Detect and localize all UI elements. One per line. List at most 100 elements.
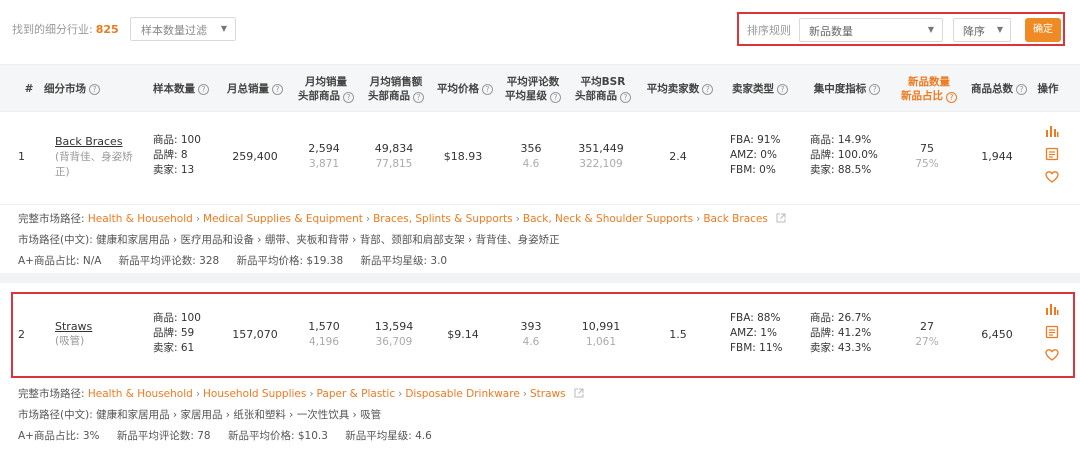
col-concentration[interactable]: 集中度指标? — [808, 65, 886, 113]
help-icon[interactable]: ? — [620, 92, 631, 103]
path-link[interactable]: Back Braces — [703, 213, 768, 225]
sort-order-select[interactable]: 降序 ▼ — [953, 18, 1011, 42]
path-separator: › — [696, 213, 701, 225]
market-path-cn: 市场路径(中文): 健康和家居用品 › 医疗用品和设备 › 绷带、夹板和背带 ›… — [18, 234, 560, 246]
row-highlight-box — [11, 292, 1075, 378]
path-link[interactable]: Back, Neck & Shoulder Supports — [523, 213, 693, 225]
new-avg-rating: 新品平均星级: 4.6 — [345, 430, 432, 442]
col-avg-sales-top[interactable]: 月均销量 头部商品? — [294, 65, 358, 113]
sort-field-value: 新品数量 — [809, 25, 853, 38]
avg-revenue-top: 49,834 77,815 — [374, 142, 414, 170]
result-count-label: 找到的细分行业: — [12, 23, 93, 36]
concentration: 商品: 14.9% 品牌: 100.0% 卖家: 88.5% — [810, 134, 878, 176]
avg-price: $18.93 — [443, 150, 483, 163]
path-separator: › — [309, 388, 314, 400]
col-monthly-sales[interactable]: 月总销量? — [224, 65, 286, 113]
external-link-icon[interactable] — [776, 213, 786, 223]
help-icon[interactable]: ? — [946, 92, 957, 103]
help-icon[interactable]: ? — [198, 83, 209, 95]
market-path-label: 完整市场路径: — [18, 213, 85, 225]
path-link[interactable]: Braces, Splints & Supports — [373, 213, 513, 225]
help-icon[interactable]: ? — [702, 83, 714, 95]
sample-filter-label: 样本数量过滤 — [141, 24, 207, 37]
col-sample[interactable]: 样本数量? — [148, 65, 214, 113]
result-count: 找到的细分行业: 825 — [12, 21, 119, 37]
row-details: 完整市场路径: Health & Household › Medical Suppl… — [0, 204, 1080, 272]
path-separator: › — [522, 388, 527, 400]
row-index: 1 — [18, 150, 25, 163]
help-icon[interactable]: ? — [869, 83, 881, 95]
sort-field-select[interactable]: 新品数量 ▼ — [799, 18, 943, 42]
caret-down-icon: ▼ — [220, 24, 227, 33]
sort-rule-label: 排序规则 — [747, 24, 791, 37]
new-avg-reviews: 新品平均评论数: 328 — [118, 255, 220, 267]
row-details: 完整市场路径: Health & Household › Household Sup… — [0, 380, 1080, 450]
col-market[interactable]: 细分市场? — [44, 65, 106, 113]
aplus-ratio: A+商品占比: N/A — [18, 255, 102, 267]
help-icon[interactable]: ? — [343, 92, 354, 103]
path-link[interactable]: Paper & Plastic — [317, 388, 396, 400]
row-divider — [0, 273, 1080, 283]
market-name-link[interactable]: Back Braces — [55, 135, 123, 148]
caret-down-icon: ▼ — [927, 25, 934, 34]
seller-type: FBA: 91% AMZ: 0% FBM: 0% — [730, 134, 781, 176]
chart-icon[interactable] — [1045, 124, 1059, 138]
toolbar: 找到的细分行业: 825 样本数量过滤 ▼ 排序规则 新品数量 ▼ 降序 ▼ 确定 — [0, 0, 1080, 64]
sort-controls: 排序规则 新品数量 ▼ 降序 ▼ 确定 — [737, 12, 1065, 46]
col-total-products[interactable]: 商品总数? — [968, 65, 1030, 113]
path-link[interactable]: Disposable Drinkware — [405, 388, 519, 400]
col-avg-price[interactable]: 平均价格? — [434, 65, 496, 113]
col-avg-sellers[interactable]: 平均卖家数? — [642, 65, 718, 113]
caret-down-icon: ▼ — [996, 25, 1003, 34]
new-product-stats: A+商品占比: 3% 新品平均评论数: 78 新品平均价格: $10.3 新品平… — [18, 428, 446, 443]
col-seller-type[interactable]: 卖家类型? — [726, 65, 794, 113]
new-count: 75 75% — [915, 142, 939, 170]
avg-bsr: 351,449 322,109 — [578, 142, 624, 170]
help-icon[interactable]: ? — [777, 83, 788, 95]
help-icon[interactable]: ? — [272, 83, 283, 95]
sample-filter-select[interactable]: 样本数量过滤 ▼ — [130, 17, 236, 41]
path-separator: › — [515, 213, 520, 225]
path-separator: › — [365, 213, 371, 225]
path-separator: › — [195, 388, 201, 400]
market-path: 完整市场路径: Health & Household › Household Sup… — [18, 386, 584, 401]
path-separator: › — [195, 213, 201, 225]
market-path-label: 完整市场路径: — [18, 388, 85, 400]
help-icon[interactable]: ? — [1016, 83, 1027, 95]
table-header: # 细分市场? 样本数量? 月总销量? 月均销量 头部商品? 月均销售额 头部商品?… — [0, 64, 1080, 112]
table-row: 1 Back Braces (背背佳、身姿矫 正) 商品: 100 品牌: 8 卖家:… — [0, 112, 1080, 204]
col-avg-revenue-top[interactable]: 月均销售额 头部商品? — [362, 65, 430, 113]
new-avg-reviews: 新品平均评论数: 78 — [116, 430, 211, 442]
path-link[interactable]: Medical Supplies & Equipment — [203, 213, 363, 225]
help-icon[interactable]: ? — [89, 83, 100, 95]
help-icon[interactable]: ? — [413, 92, 424, 103]
col-index: # — [24, 83, 34, 95]
col-avg-reviews[interactable]: 平均评论数 平均星级? — [500, 65, 566, 113]
help-icon[interactable]: ? — [550, 92, 561, 103]
market-path: 完整市场路径: Health & Household › Medical Suppl… — [18, 211, 786, 226]
list-icon[interactable] — [1045, 147, 1059, 161]
col-new-count[interactable]: 新品数量 新品占比? — [896, 65, 962, 113]
monthly-sales: 259,400 — [232, 150, 278, 163]
avg-sales-top: 2,594 3,871 — [308, 142, 340, 170]
external-link-icon[interactable] — [574, 388, 584, 398]
path-link[interactable]: Health & Household — [88, 213, 193, 225]
col-avg-bsr[interactable]: 平均BSR 头部商品? — [570, 65, 636, 113]
col-actions: 操作 — [1037, 83, 1059, 95]
row-actions — [1045, 124, 1061, 193]
confirm-button[interactable]: 确定 — [1025, 18, 1061, 42]
total-products: 1,944 — [981, 150, 1013, 163]
new-product-stats: A+商品占比: N/A 新品平均评论数: 328 新品平均价格: $19.38 … — [18, 253, 461, 268]
heart-icon[interactable] — [1045, 170, 1059, 184]
new-avg-price: 新品平均价格: $10.3 — [227, 430, 328, 442]
market-path-cn: 市场路径(中文): 健康和家居用品 › 家居用品 › 纸张和塑料 › 一次性饮具… — [18, 409, 382, 421]
aplus-ratio: A+商品占比: 3% — [18, 430, 100, 442]
sample-counts: 商品: 100 品牌: 8 卖家: 13 — [153, 134, 201, 176]
path-separator: › — [398, 388, 403, 400]
path-link[interactable]: Straws — [530, 388, 566, 400]
path-link[interactable]: Household Supplies — [203, 388, 306, 400]
path-link[interactable]: Health & Household — [88, 388, 193, 400]
help-icon[interactable]: ? — [482, 83, 493, 95]
avg-sellers: 2.4 — [669, 150, 687, 163]
market-name-cn: (背背佳、身姿矫 正) — [55, 151, 133, 178]
